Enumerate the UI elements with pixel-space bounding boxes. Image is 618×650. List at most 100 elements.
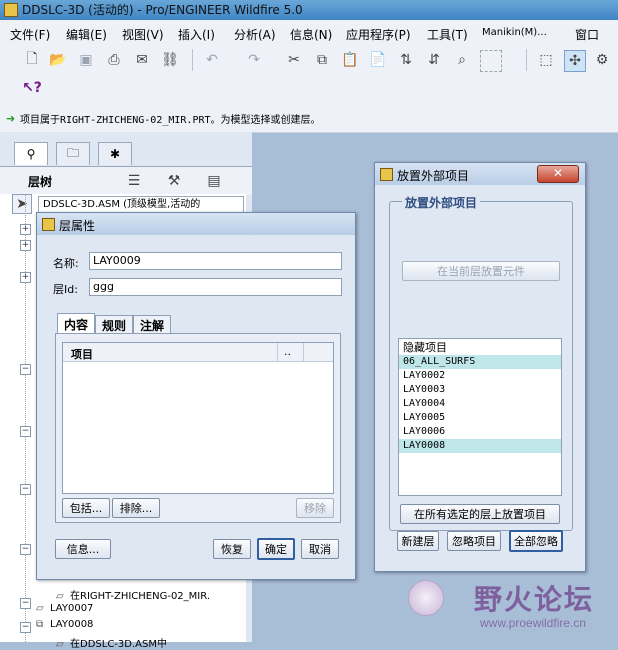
ignore-item-button[interactable]: 忽略项目	[447, 531, 501, 551]
collapse-icon[interactable]: −	[20, 364, 31, 375]
menu-applications[interactable]: 应用程序(P)	[346, 26, 411, 43]
collapse-icon[interactable]: −	[20, 484, 31, 495]
tree-item[interactable]: ⧉ LAY0008	[36, 619, 93, 630]
menu-insert[interactable]: 插入(I)	[178, 26, 215, 43]
save-icon[interactable]: ▣	[76, 50, 96, 70]
layer-tree-label: 层树	[28, 175, 53, 189]
window-title-bar[interactable]: DDSLC-3D (活动的) - Pro/ENGINEER Wildfire 5…	[0, 0, 618, 20]
list-item[interactable]: LAY0008	[399, 439, 561, 453]
list-item[interactable]: LAY0006	[399, 425, 561, 439]
collapse-icon[interactable]: −	[20, 544, 31, 555]
include-button[interactable]: 包括...	[62, 498, 110, 518]
collapse-icon[interactable]: −	[20, 622, 31, 633]
regenerate-icon[interactable]: ⇅	[396, 50, 416, 70]
layers-icon[interactable]: ☰	[124, 171, 144, 191]
list-item[interactable]: 06_ALL_SURFS	[399, 355, 561, 369]
show-menu-icon[interactable]: ▤	[204, 171, 224, 191]
collapse-icon[interactable]: −	[20, 598, 31, 609]
tab-model-tree[interactable]: ⚲	[14, 142, 48, 165]
undo-icon[interactable]: ↶	[202, 50, 222, 70]
exclude-button[interactable]: 排除...	[112, 498, 160, 518]
restore-button[interactable]: 恢复	[213, 539, 251, 559]
tree-connector	[25, 194, 26, 642]
datum-point-icon[interactable]: ⚙	[592, 50, 612, 70]
tab-favorites[interactable]: ✱	[98, 142, 132, 165]
remove-button[interactable]: 移除	[296, 498, 334, 518]
ignore-all-button[interactable]: 全部忽略	[509, 530, 563, 552]
place-external-items-dialog: 放置外部项目 ✕ 放置外部项目 在当前层放置元件 隐藏项目 06_ALL_SUR…	[374, 162, 586, 572]
new-layer-button[interactable]: 新建层	[397, 531, 439, 551]
selection-box-icon[interactable]	[480, 50, 502, 72]
layer-id-label: 层Id:	[53, 283, 78, 296]
menu-file[interactable]: 文件(F)	[10, 26, 50, 43]
send-link-icon[interactable]: ⛓	[160, 50, 180, 70]
layer-stack-icon: ⧉	[36, 619, 44, 630]
menu-info[interactable]: 信息(N)	[290, 26, 332, 43]
menu-tools[interactable]: 工具(T)	[427, 26, 468, 43]
tab-contents[interactable]: 内容	[57, 313, 95, 334]
toolbar-separator	[526, 49, 527, 71]
expand-icon[interactable]: +	[20, 240, 31, 251]
items-list[interactable]: 项目 ..	[62, 342, 334, 494]
name-label: 名称:	[53, 257, 79, 270]
expand-icon[interactable]: +	[20, 224, 31, 235]
watermark-url: www.proewildfire.cn	[480, 616, 587, 630]
copy-icon[interactable]: ⧉	[312, 50, 332, 70]
list-item[interactable]: 隐藏项目	[399, 341, 561, 355]
list-item[interactable]: LAY0003	[399, 383, 561, 397]
group-label: 放置外部项目	[402, 194, 481, 211]
info-button[interactable]: 信息...	[55, 539, 111, 559]
collapse-icon[interactable]: −	[20, 426, 31, 437]
column-header-items[interactable]: 项目	[71, 346, 93, 362]
dialog-title-bar[interactable]: 放置外部项目 ✕	[375, 163, 585, 185]
cut-icon[interactable]: ✂	[284, 50, 304, 70]
menu-manikin[interactable]: Manikin(M)...	[482, 27, 547, 38]
context-help-icon[interactable]: ↖?	[22, 78, 42, 98]
tab-rules[interactable]: 规则	[95, 315, 133, 334]
list-item[interactable]: LAY0004	[399, 397, 561, 411]
print-icon[interactable]: ⎙	[104, 50, 124, 70]
dialog-title: 层属性	[59, 219, 96, 233]
place-group-box: 放置外部项目 在当前层放置元件 隐藏项目 06_ALL_SURFS LAY000…	[389, 194, 573, 531]
watermark-title: 野火论坛	[474, 583, 595, 616]
paste-special-icon[interactable]: 📄	[368, 50, 388, 70]
dialog-title-bar[interactable]: 层属性	[37, 213, 355, 235]
datum-axis-icon[interactable]: ✣	[564, 50, 586, 72]
menu-bar: 文件(F) 编辑(E) 视图(V) 插入(I) 分析(A) 信息(N) 应用程序…	[0, 20, 618, 57]
datum-plane-icon[interactable]: ⬚	[536, 50, 556, 70]
select-pointer-icon[interactable]: ➤	[12, 194, 32, 214]
tab-folder-browser[interactable]: 🗀	[56, 142, 90, 165]
settings-icon[interactable]: ⚒	[164, 171, 184, 191]
place-on-current-layer-button[interactable]: 在当前层放置元件	[402, 261, 560, 281]
items-list-header: 项目 ..	[63, 343, 333, 362]
layer-tree-header: 层树 ☰ ⚒ ▤	[0, 166, 252, 195]
tab-notes[interactable]: 注解	[133, 315, 171, 334]
menu-view[interactable]: 视图(V)	[122, 26, 164, 43]
layer-id-field[interactable]: ggg	[89, 278, 342, 296]
expand-icon[interactable]: +	[20, 272, 31, 283]
column-divider	[303, 343, 304, 361]
ok-button[interactable]: 确定	[257, 538, 295, 560]
close-button[interactable]: ✕	[537, 165, 579, 183]
menu-analysis[interactable]: 分析(A)	[234, 26, 276, 43]
redo-icon[interactable]: ↷	[244, 50, 264, 70]
tree-item[interactable]: ▱ LAY0007	[36, 603, 93, 614]
regenerate-manager-icon[interactable]: ⇵	[424, 50, 444, 70]
open-folder-icon[interactable]: 📂	[48, 50, 68, 70]
cancel-button[interactable]: 取消	[301, 539, 339, 559]
column-header-more[interactable]: ..	[277, 343, 291, 361]
list-item[interactable]: LAY0005	[399, 411, 561, 425]
find-icon[interactable]: ⌕	[452, 50, 472, 70]
send-mail-icon[interactable]: ✉	[132, 50, 152, 70]
paste-icon[interactable]: 📋	[340, 50, 360, 70]
place-on-all-selected-button[interactable]: 在所有选定的层上放置项目	[400, 504, 560, 524]
name-field[interactable]: LAY0009	[89, 252, 342, 270]
window-title: DDSLC-3D (活动的) - Pro/ENGINEER Wildfire 5…	[22, 3, 303, 17]
app-icon	[380, 168, 393, 181]
menu-edit[interactable]: 编辑(E)	[66, 26, 107, 43]
layer-list[interactable]: 隐藏项目 06_ALL_SURFS LAY0002 LAY0003 LAY000…	[398, 338, 562, 496]
list-item[interactable]: LAY0002	[399, 369, 561, 383]
tree-item[interactable]: ▱ 在DDSLC-3D.ASM中	[56, 635, 167, 650]
new-file-icon[interactable]: 🗋	[22, 50, 42, 70]
tree-item[interactable]: ▱ 在RIGHT-ZHICHENG-02_MIR.	[56, 587, 210, 602]
